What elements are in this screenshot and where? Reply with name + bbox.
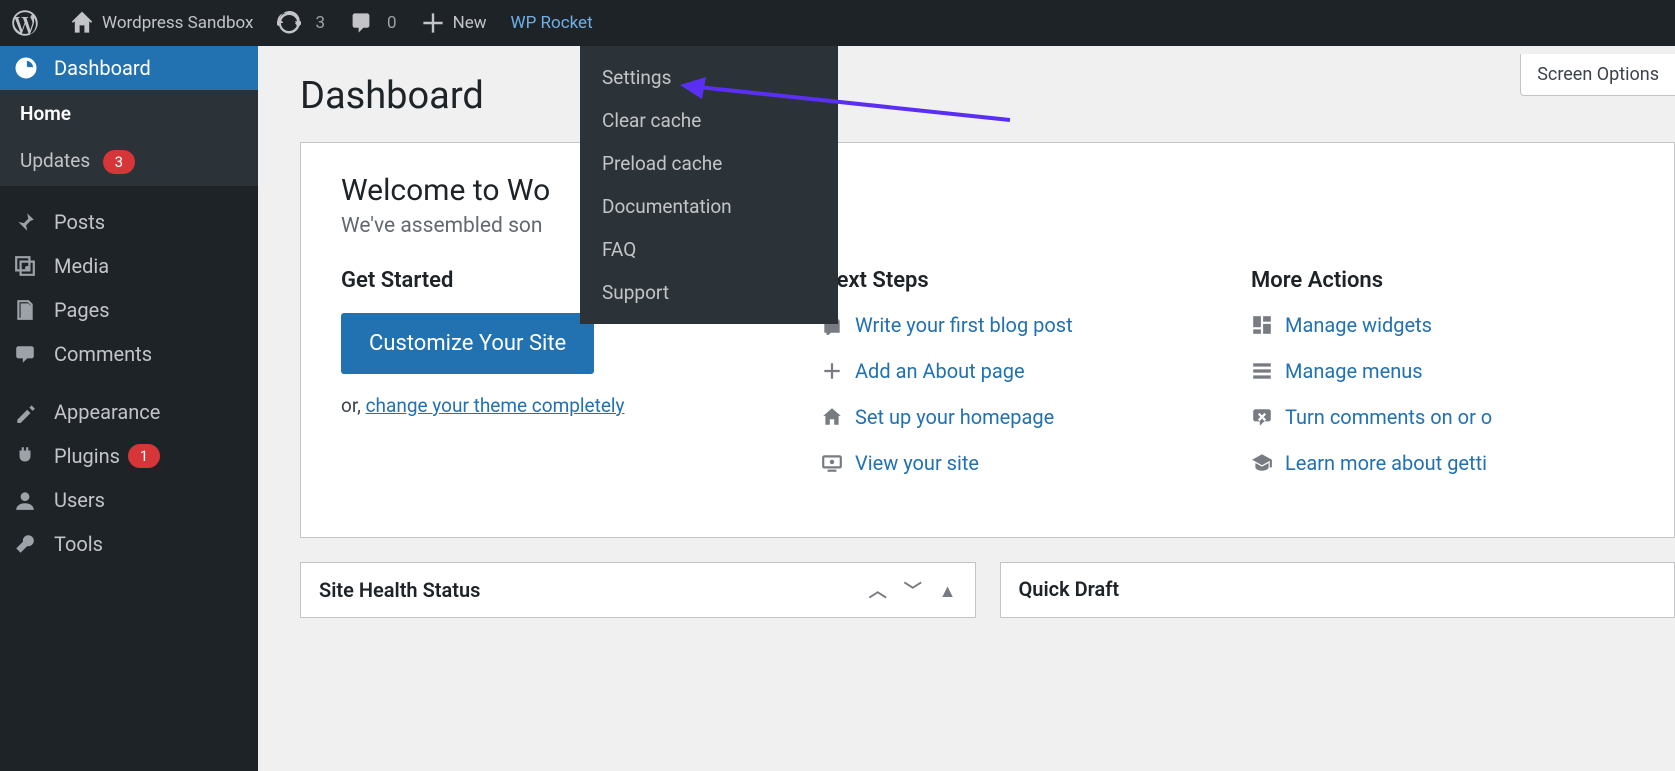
users-label: Users [54,488,105,512]
view-site-link[interactable]: View your site [855,451,979,475]
setup-homepage-link[interactable]: Set up your homepage [855,405,1054,429]
welcome-subheading: We've assembled son ted: [341,214,1634,238]
comments-link[interactable]: 0 [337,0,409,46]
sidebar-item-posts[interactable]: Posts [0,200,258,244]
quick-draft-title: Quick Draft [1019,577,1120,601]
wprocket-documentation[interactable]: Documentation [580,185,838,228]
plus-icon [421,11,445,35]
site-health-title: Site Health Status [319,578,480,602]
updates-count: 3 [315,13,325,33]
appearance-label: Appearance [54,400,160,424]
updates-label: Updates [20,149,90,172]
customize-site-button[interactable]: Customize Your Site [341,313,594,374]
comments-label: Comments [54,342,152,366]
learn-icon [1251,452,1285,474]
wprocket-preload-cache[interactable]: Preload cache [580,142,838,185]
welcome-heading: Welcome to Wo [341,173,1634,208]
view-icon [821,452,855,474]
comments-count: 0 [387,13,397,33]
pages-icon [14,299,42,321]
next-steps-heading: Next Steps [821,268,1241,293]
tools-icon [14,533,42,555]
sidebar-item-home[interactable]: Home [0,90,258,137]
sidebar-dashboard-label: Dashboard [54,56,151,80]
plugins-badge: 1 [128,444,160,468]
wp-rocket-link[interactable]: WP Rocket [499,0,605,46]
plugins-label: Plugins [54,444,120,468]
comments-icon [14,343,42,365]
welcome-panel: Welcome to Wo We've assembled son ted: G… [300,142,1675,538]
updates-link[interactable]: 3 [265,0,337,46]
annotation-arrow [680,75,1020,135]
dashboard-submenu: Home Updates 3 [0,90,258,186]
sidebar-item-updates[interactable]: Updates 3 [0,137,258,186]
plugin-icon [14,445,42,467]
comment-icon [349,11,373,35]
metabox-row: Site Health Status ︿ ﹀ ▲ Quick Draft [300,562,1675,618]
tools-label: Tools [54,532,103,556]
widgets-icon [1251,314,1285,336]
toggle-icon[interactable]: ▲ [939,581,957,602]
metabox-controls: ︿ ﹀ ▲ [857,577,957,603]
change-theme-link[interactable]: change your theme completely [366,394,625,417]
move-down-icon[interactable]: ﹀ [904,581,922,602]
quick-draft-metabox: Quick Draft [1000,562,1675,618]
home-setup-icon [821,406,855,428]
comments-toggle-icon [1251,406,1285,428]
sidebar-item-plugins[interactable]: Plugins 1 [0,434,258,478]
menus-icon [1251,360,1285,382]
users-icon [14,489,42,511]
admin-sidebar: Dashboard Home Updates 3 Posts Media Pag… [0,46,258,771]
wprocket-support[interactable]: Support [580,271,838,314]
wp-logo[interactable] [0,0,58,46]
sidebar-item-comments[interactable]: Comments [0,332,258,376]
new-label: New [453,13,487,33]
updates-badge: 3 [103,150,135,174]
sidebar-item-users[interactable]: Users [0,478,258,522]
sidebar-item-media[interactable]: Media [0,244,258,288]
site-name-link[interactable]: Wordpress Sandbox [58,0,265,46]
add-about-link[interactable]: Add an About page [855,359,1025,383]
sidebar-item-pages[interactable]: Pages [0,288,258,332]
update-icon [277,11,301,35]
pages-label: Pages [54,298,110,322]
more-actions-heading: More Actions [1251,268,1634,293]
wprocket-faq[interactable]: FAQ [580,228,838,271]
wordpress-icon [12,10,38,36]
home-icon [70,11,94,35]
move-up-icon[interactable]: ︿ [869,581,887,602]
site-name-text: Wordpress Sandbox [102,13,253,33]
toggle-comments-link[interactable]: Turn comments on or o [1285,405,1492,429]
more-actions-column: More Actions Manage widgets Manage menus… [1251,268,1634,497]
sidebar-item-tools[interactable]: Tools [0,522,258,566]
sidebar-item-dashboard[interactable]: Dashboard [0,46,258,90]
screen-options-tab[interactable]: Screen Options [1520,54,1675,96]
manage-menus-link[interactable]: Manage menus [1285,359,1423,383]
next-steps-column: Next Steps Write your first blog post Ad… [821,268,1241,497]
new-content-link[interactable]: New [409,0,499,46]
learn-more-link[interactable]: Learn more about getti [1285,451,1487,475]
admin-bar: Wordpress Sandbox 3 0 New WP Rocket [0,0,1675,46]
posts-label: Posts [54,210,105,234]
change-theme-line: or, change your theme completely [341,394,811,417]
sidebar-item-appearance[interactable]: Appearance [0,390,258,434]
write-post-link[interactable]: Write your first blog post [855,313,1073,337]
media-label: Media [54,254,109,278]
pin-icon [14,211,42,233]
wp-rocket-label: WP Rocket [511,13,593,33]
manage-widgets-link[interactable]: Manage widgets [1285,313,1432,337]
appearance-icon [14,401,42,423]
media-icon [14,255,42,277]
dashboard-icon [14,56,42,80]
add-icon [821,360,855,382]
site-health-metabox: Site Health Status ︿ ﹀ ▲ [300,562,976,618]
